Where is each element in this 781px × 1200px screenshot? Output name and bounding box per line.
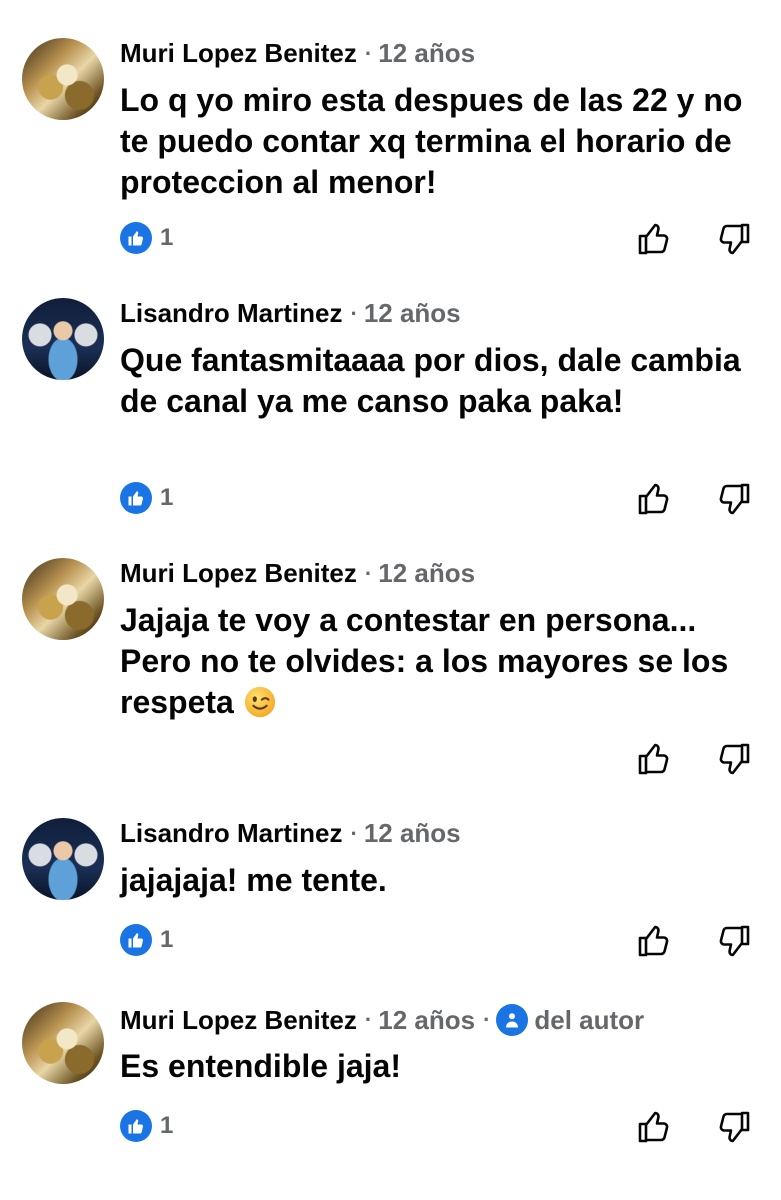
comment-header: Muri Lopez Benitez · 12 años · del autor [120,1004,644,1036]
thumbs-up-outline-icon[interactable] [636,741,672,777]
avatar[interactable] [22,38,104,120]
author-name[interactable]: Muri Lopez Benitez [120,38,357,69]
avatar[interactable] [22,298,104,380]
comment-text: Lo q yo miro esta despues de las 22 y no… [120,82,743,200]
timestamp[interactable]: 12 años [364,298,461,329]
separator-dot: · [483,1007,491,1032]
comment-text: jajajaja! me tente. [120,862,387,898]
author-name[interactable]: Muri Lopez Benitez [120,1005,357,1036]
like-count: 1 [160,224,174,251]
like-count: 1 [160,926,174,953]
reaction-summary[interactable]: 1 [120,924,173,956]
like-reaction-icon [120,924,152,956]
comment-header: Muri Lopez Benitez · 12 años [120,38,475,69]
thumbs-down-outline-icon[interactable] [716,923,752,959]
comment-header: Lisandro Martinez · 12 años [120,818,461,849]
thumbs-up-outline-icon[interactable] [636,1109,672,1145]
author-badge-label: del autor [534,1004,645,1035]
comment-header: Lisandro Martinez · 12 años [120,298,461,329]
like-reaction-icon [120,482,152,514]
timestamp[interactable]: 12 años [364,818,461,849]
separator-dot: · [364,40,373,66]
avatar[interactable] [22,1002,104,1084]
reaction-summary[interactable]: 1 [120,1110,173,1142]
author-name[interactable]: Lisandro Martinez [120,818,342,849]
like-reaction-icon [120,1110,152,1142]
like-reaction-icon [120,222,152,254]
comment-text: Es entendible jaja! [120,1048,401,1084]
thumbs-up-outline-icon[interactable] [636,481,672,517]
separator-dot: · [350,820,358,846]
avatar[interactable] [22,818,104,900]
separator-dot: · [350,300,358,326]
like-count: 1 [160,1112,174,1139]
timestamp[interactable]: 12 años [378,1005,475,1036]
comment-text-body: Jajaja te voy a contestar en persona... … [120,602,729,720]
author-badge-icon [496,1004,529,1036]
comment-text: Jajaja te voy a contestar en persona... … [120,600,760,723]
thumbs-down-outline-icon[interactable] [716,1109,752,1145]
reaction-summary[interactable]: 1 [120,222,173,254]
comment-text: Que fantasmitaaaa por dios, dale cambia … [120,342,741,419]
separator-dot: · [364,1007,373,1032]
timestamp[interactable]: 12 años [378,558,475,589]
like-count: 1 [160,484,174,511]
comment-header: Muri Lopez Benitez · 12 años [120,558,475,589]
author-name[interactable]: Lisandro Martinez [120,298,342,329]
thumbs-down-outline-icon[interactable] [716,221,752,257]
winking-face-emoji [244,686,275,718]
separator-dot: · [364,560,373,586]
reaction-summary[interactable]: 1 [120,482,173,514]
thumbs-down-outline-icon[interactable] [716,741,752,777]
thumbs-up-outline-icon[interactable] [636,923,672,959]
timestamp[interactable]: 12 años [378,38,475,69]
thumbs-down-outline-icon[interactable] [716,481,752,517]
author-name[interactable]: Muri Lopez Benitez [120,558,357,589]
avatar[interactable] [22,558,104,640]
thumbs-up-outline-icon[interactable] [636,221,672,257]
